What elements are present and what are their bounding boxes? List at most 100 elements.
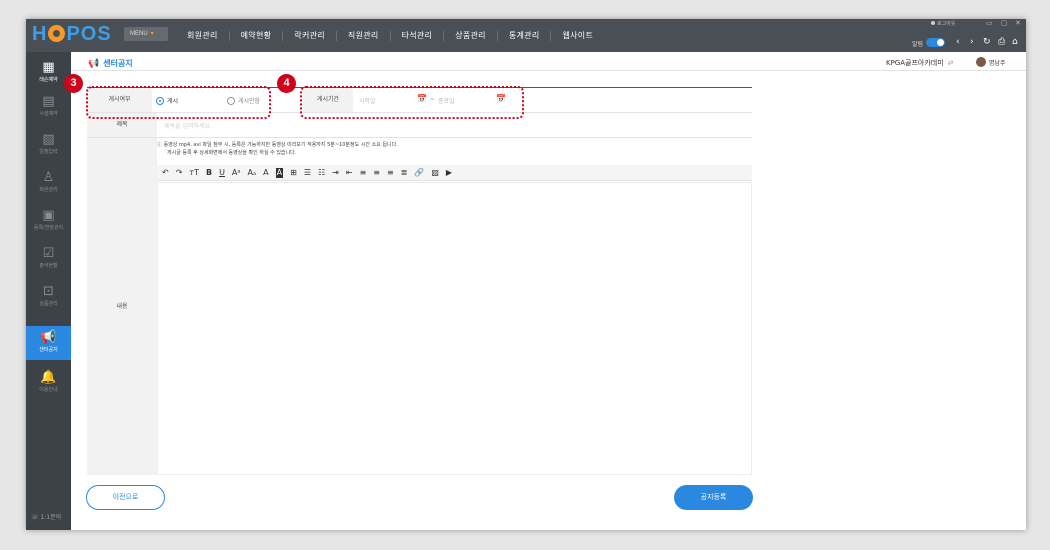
headset-icon: ☏ — [31, 514, 41, 521]
undo-icon[interactable]: ↶ — [162, 165, 169, 181]
bullet-list-icon[interactable]: ☰ — [304, 165, 311, 181]
align-justify-icon[interactable]: ≣ — [401, 165, 408, 181]
subscript-icon[interactable]: Aₐ — [248, 165, 257, 181]
person-icon: ♙ — [42, 170, 55, 185]
sidebar-item-label: 출석현황 — [39, 263, 58, 269]
nav-item-statistics[interactable]: 통계관리 — [498, 19, 551, 52]
content-editor[interactable] — [157, 182, 752, 475]
superscript-icon[interactable]: Aᵃ — [232, 165, 241, 181]
sidebar-item-products[interactable]: ⊡ 상품관리 — [26, 280, 71, 314]
nav-item-staff[interactable]: 직원관리 — [337, 19, 390, 52]
page-title-text: 센터공지 — [103, 59, 133, 68]
sidebar-item-registration[interactable]: ▣ 등록/연장관리 — [26, 204, 71, 238]
page-title: 📢 센터공지 — [88, 58, 133, 69]
notice-line: 게시글 등록 후 상세화면에서 동영상을 확인 하실 수 있습니다. — [167, 150, 297, 156]
inquiry-label: 1:1문의 — [40, 514, 62, 521]
align-center-icon[interactable]: ≡ — [373, 165, 380, 181]
attendance-icon: ☑ — [42, 246, 55, 261]
alarm-toggle[interactable] — [926, 38, 945, 47]
logo-o-icon — [48, 25, 66, 42]
nav-item-website[interactable]: 웹사이트 — [551, 19, 604, 52]
user-name: 명남주 — [989, 60, 1006, 67]
power-icon — [931, 21, 935, 25]
refresh-icon[interactable]: ↻ — [983, 37, 991, 47]
facility-icon: ▤ — [42, 94, 55, 109]
editor-toolbar: ↶ ↷ ᴛT B U Aᵃ Aₐ A A ⊞ ☰ ☷ ⇥ ⇤ ≡ ≡ ≡ ≣ 🔗… — [157, 165, 752, 181]
sidebar: ▦ 레슨예약 ▤ 시설예약 ▧ 일정입력 ♙ 회원관리 ▣ 등록/연장관리 ☑ 출석현황 ⊡… — [26, 52, 71, 530]
sidebar-item-guide[interactable]: 🔔 이용안내 — [26, 366, 71, 400]
print-icon[interactable]: ⎙ — [998, 37, 1005, 47]
alarm-label: 알림 — [912, 41, 924, 48]
logout-label: 로그아웃 — [937, 21, 956, 27]
top-bar: H POS MENU ▾ 회원관리 예약현황 락커관리 직원관리 타석관리 상품관리… — [26, 19, 1026, 52]
sidebar-item-label: 일정입력 — [39, 149, 58, 155]
sidebar-item-schedule[interactable]: ▧ 일정입력 — [26, 128, 71, 162]
megaphone-icon: 📢 — [88, 59, 100, 69]
company-name: KPGA골프아카데미 — [886, 59, 944, 67]
table-icon[interactable]: ⊞ — [290, 165, 297, 181]
nav-item-lockers[interactable]: 락커관리 — [283, 19, 336, 52]
nav-item-products[interactable]: 상품관리 — [444, 19, 497, 52]
sidebar-item-members[interactable]: ♙ 회원관리 — [26, 166, 71, 200]
chevron-left-icon[interactable]: ‹ — [956, 37, 960, 47]
hopos-logo[interactable]: H POS — [32, 23, 112, 46]
user-profile[interactable]: 명남주 — [976, 57, 1006, 67]
nav-item-members[interactable]: 회원관리 — [176, 19, 229, 52]
link-icon[interactable]: 🔗 — [414, 165, 424, 181]
underline-icon[interactable]: U — [219, 165, 225, 181]
megaphone-icon: 📢 — [40, 330, 57, 345]
video-icon[interactable]: ▶ — [446, 165, 452, 181]
home-icon[interactable]: ⌂ — [1012, 37, 1018, 47]
bell-icon: 🔔 — [40, 370, 57, 385]
avatar — [976, 57, 986, 67]
sidebar-item-label: 시설예약 — [39, 111, 58, 117]
submit-notice-button[interactable]: 공지등록 — [674, 485, 753, 510]
font-size-icon[interactable]: ᴛT — [189, 165, 199, 181]
row-divider — [87, 137, 752, 138]
indent-icon[interactable]: ⇥ — [332, 165, 339, 181]
sidebar-item-attendance[interactable]: ☑ 출석현황 — [26, 242, 71, 276]
menu-button-label: MENU — [130, 31, 148, 37]
image-icon[interactable]: ▨ — [431, 165, 439, 181]
prev-button[interactable]: 이전으로 — [86, 485, 165, 510]
sidebar-item-center-notice[interactable]: 📢 센터공지 — [26, 326, 71, 360]
annotation-badge-4: 4 — [277, 74, 296, 93]
nav-item-bays[interactable]: 타석관리 — [391, 19, 444, 52]
outdent-icon[interactable]: ⇤ — [346, 165, 353, 181]
sidebar-item-facility-booking[interactable]: ▤ 시설예약 — [26, 90, 71, 124]
bold-icon[interactable]: B — [206, 165, 212, 181]
content-label: 내용 — [87, 138, 157, 475]
highlight-post-period — [300, 86, 524, 119]
app-window: H POS MENU ▾ 회원관리 예약현황 락커관리 직원관리 타석관리 상품관리… — [26, 19, 1026, 530]
company-selector[interactable]: KPGA골프아카데미 ⇄ — [886, 58, 954, 68]
annotation-badge-3: 3 — [64, 74, 83, 93]
align-left-icon[interactable]: ≡ — [360, 165, 367, 181]
maximize-icon[interactable]: ▢ — [1001, 19, 1008, 27]
title-input[interactable]: 제목을 입력하세요. — [164, 121, 212, 130]
schedule-icon: ▧ — [42, 132, 55, 147]
calendar-icon: ▦ — [42, 60, 55, 75]
menu-button[interactable]: MENU ▾ — [124, 27, 168, 41]
header-divider — [71, 70, 1026, 71]
sidebar-item-label: 센터공지 — [39, 347, 58, 353]
chevron-down-icon: ▾ — [150, 31, 154, 37]
align-right-icon[interactable]: ≡ — [387, 165, 394, 181]
main-nav: 회원관리 예약현황 락커관리 직원관리 타석관리 상품관리 통계관리 웹사이트 — [176, 19, 604, 52]
font-color-icon[interactable]: A — [263, 165, 268, 181]
chevron-right-icon[interactable]: › — [970, 37, 974, 47]
sidebar-item-label: 회원관리 — [39, 187, 58, 193]
highlight-color-icon[interactable]: A — [275, 167, 284, 178]
sidebar-item-label: 이용안내 — [39, 387, 58, 393]
minimize-icon[interactable]: ▭ — [986, 19, 993, 27]
swap-icon[interactable]: ⇄ — [948, 59, 954, 67]
upload-notice: ⓘ 동영상 mp4, avi 파일 첨부 시, 등록은 가능하지만 동영상 미리… — [157, 141, 398, 157]
numbered-list-icon[interactable]: ☷ — [318, 165, 325, 181]
logout-link[interactable]: 로그아웃 — [931, 20, 955, 27]
inquiry-link[interactable]: ☏ 1:1문의 — [31, 512, 61, 521]
close-icon[interactable]: ✕ — [1015, 19, 1021, 27]
nav-item-reservations[interactable]: 예약현황 — [230, 19, 283, 52]
redo-icon[interactable]: ↷ — [176, 165, 183, 181]
register-icon: ▣ — [42, 208, 55, 223]
highlight-post-status — [86, 86, 271, 119]
sidebar-item-label: 등록/연장관리 — [33, 225, 64, 231]
